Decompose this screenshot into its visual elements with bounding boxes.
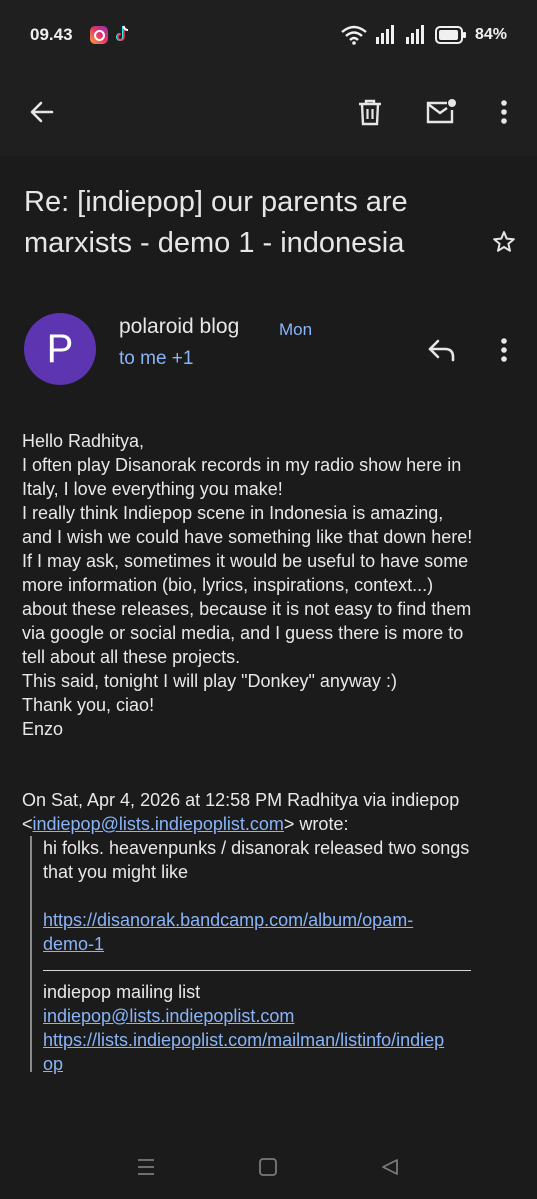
quote-header-email-link[interactable]: indiepop@lists.indiepoplist.com (33, 814, 284, 834)
wifi-icon (341, 25, 367, 45)
bandcamp-link[interactable]: demo-1 (43, 934, 104, 954)
message-more-icon[interactable] (490, 330, 518, 370)
avatar[interactable]: P (24, 313, 96, 385)
quoted-content: hi folks. heavenpunks / disanorak releas… (43, 836, 528, 1076)
toolbar (0, 68, 537, 156)
body-line: Thank you, ciao! (22, 695, 155, 715)
star-icon[interactable] (488, 226, 520, 258)
body-line: If I may ask, sometimes it would be usef… (22, 551, 469, 571)
status-time: 09.43 (30, 25, 73, 44)
list-name: indiepop mailing list (43, 982, 201, 1002)
instagram-icon (90, 26, 108, 44)
quote-header-line: On Sat, Apr 4, 2026 at 12:58 PM Radhitya… (22, 790, 460, 810)
trash-icon[interactable] (346, 88, 394, 136)
body-line: Hello Radhitya, (22, 431, 145, 451)
email-screen: 09.43 84% Re: [indiepop] our parents are… (0, 0, 537, 1199)
quoted-message: hi folks. heavenpunks / disanorak releas… (30, 836, 532, 1074)
back-icon[interactable] (375, 1152, 405, 1182)
list-email-link[interactable]: indiepop@lists.indiepoplist.com (43, 1006, 294, 1026)
email-body: Hello Radhitya, I often play Disanorak r… (22, 429, 532, 741)
signal-icon (375, 25, 397, 45)
home-icon[interactable] (253, 1152, 283, 1182)
list-url-link[interactable]: op (43, 1054, 63, 1074)
quoted-line: hi folks. heavenpunks / disanorak releas… (43, 838, 470, 858)
body-line: I often play Disanorak records in my rad… (22, 455, 462, 475)
signal-icon (405, 25, 427, 45)
signature-separator (43, 970, 471, 971)
status-icons: 84% (341, 24, 507, 46)
quote-header-gt: > wrote: (283, 814, 349, 834)
body-line: Enzo (22, 719, 64, 739)
body-line: via google or social media, and I guess … (22, 623, 464, 643)
subject-line: Re: [indiepop] our parents are (24, 186, 408, 218)
body-line: Italy, I love everything you make! (22, 479, 283, 499)
status-bar: 09.43 84% (0, 0, 537, 68)
subject-line: marxists - demo 1 - indonesia (24, 227, 405, 259)
battery-icon (434, 26, 467, 44)
sender-name[interactable]: polaroid blog (119, 315, 239, 339)
quote-header-line: <indiepop@lists.indiepoplist.com> wrote: (22, 812, 532, 836)
battery-percentage: 84% (474, 26, 507, 43)
more-vert-icon[interactable] (480, 88, 528, 136)
body-line: about these releases, because it is not … (22, 599, 472, 619)
recipients-toggle[interactable]: to me +1 (119, 348, 193, 370)
quoted-line: that you might like (43, 862, 189, 882)
body-line: more information (bio, lyrics, inspirati… (22, 575, 434, 595)
quote-header-lt: < (22, 814, 33, 834)
reply-icon[interactable] (420, 330, 464, 370)
body-line: I really think Indiepop scene in Indones… (22, 503, 444, 523)
body-line: and I wish we could have something like … (22, 527, 473, 547)
email-date: Mon (279, 320, 313, 339)
back-arrow-icon[interactable] (18, 88, 66, 136)
email-subject: Re: [indiepop] our parents are marxists … (24, 182, 474, 264)
body-line: This said, tonight I will play "Donkey" … (22, 671, 397, 691)
body-line: tell about all these projects. (22, 647, 241, 667)
bandcamp-link[interactable]: https://disanorak.bandcamp.com/album/opa… (43, 910, 413, 930)
list-url-link[interactable]: https://lists.indiepoplist.com/mailman/l… (43, 1030, 444, 1050)
mark-unread-icon[interactable] (417, 88, 465, 136)
tiktok-icon (113, 24, 131, 44)
quote-header: On Sat, Apr 4, 2026 at 12:58 PM Radhitya… (22, 788, 532, 836)
recents-icon[interactable] (131, 1152, 161, 1182)
system-nav-bar (0, 1134, 537, 1199)
